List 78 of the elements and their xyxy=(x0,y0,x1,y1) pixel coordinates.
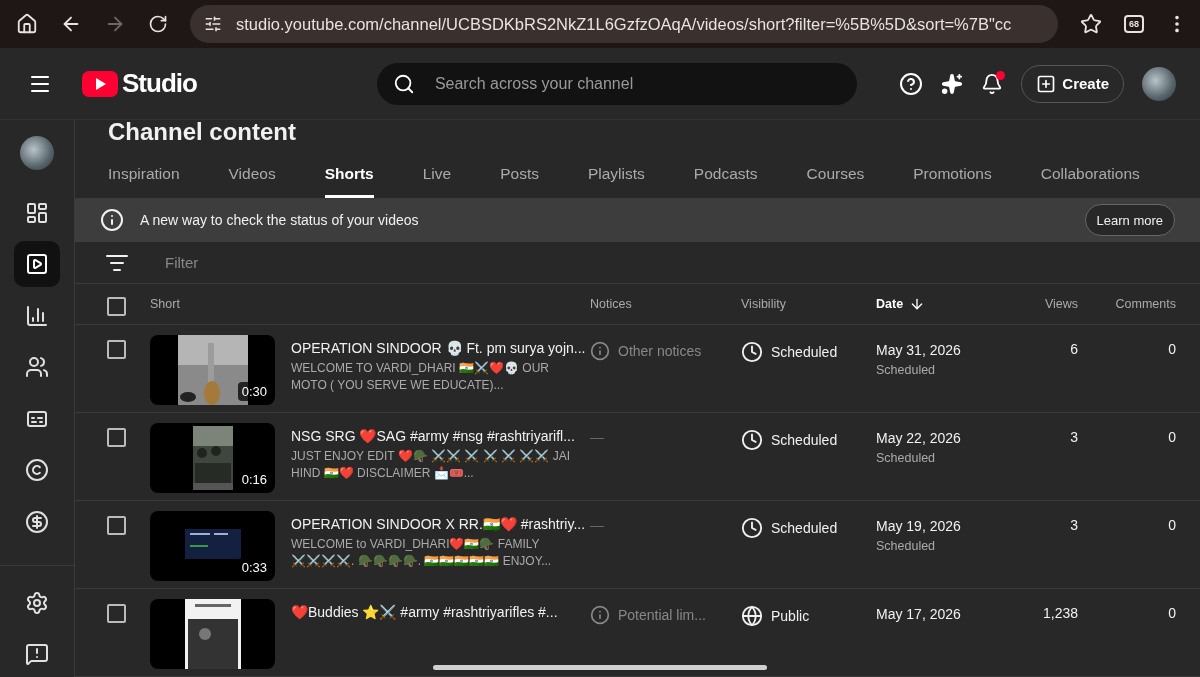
tab[interactable]: Videos xyxy=(228,153,276,198)
visibility-status[interactable]: Scheduled xyxy=(741,517,838,539)
studio-logo-text: Studio xyxy=(122,68,197,99)
comments-count: 0 xyxy=(1168,605,1176,621)
video-description: WELCOME TO VARDI_DHARI 🇮🇳⚔❤💀 OUR MOTO ( YOU SERVE WE EDUCATE)... xyxy=(291,360,551,394)
views-count: 6 xyxy=(1070,341,1078,357)
notice-text[interactable]: Other notices xyxy=(590,341,702,361)
search-field[interactable]: Search across your channel xyxy=(432,73,841,94)
visibility-status[interactable]: Scheduled xyxy=(741,341,838,363)
date-status: Scheduled xyxy=(876,539,937,553)
avatar[interactable] xyxy=(1142,66,1176,101)
search-icon xyxy=(392,72,415,95)
play-square-icon[interactable] xyxy=(14,241,60,287)
comments-count: 0 xyxy=(1168,429,1176,445)
column-header: Comments xyxy=(1115,297,1176,312)
clock-icon xyxy=(741,341,763,363)
clock-icon xyxy=(741,517,763,539)
video-description: JUST ENJOY EDIT ❤🪖 ⚔⚔ ⚔ ⚔ ⚔ ⚔⚔ JAI HIND 🇮🇳❤ DISCLAIMER 📩🎟... xyxy=(291,448,572,482)
reload-icon[interactable] xyxy=(148,14,168,34)
column-header: Notices xyxy=(590,297,632,312)
column-header: Short xyxy=(150,297,180,312)
search-bar[interactable]: Search across your channel xyxy=(376,62,857,105)
visibility-status[interactable]: Scheduled xyxy=(741,429,838,451)
row-checkbox[interactable] xyxy=(107,428,126,447)
views-count: 3 xyxy=(1070,517,1078,533)
date-text: May 31, 2026 xyxy=(876,342,962,358)
banner-text: A new way to check the status of your videos xyxy=(140,212,419,229)
video-plus-icon xyxy=(1036,73,1057,94)
comments-count: 0 xyxy=(1168,517,1176,533)
date-status: Scheduled xyxy=(876,363,937,377)
page-title: Channel content xyxy=(107,120,297,147)
tab[interactable]: Podcasts xyxy=(693,153,758,198)
column-header[interactable]: Date xyxy=(876,296,926,313)
date-text: May 22, 2026 xyxy=(876,430,962,446)
notifications-icon[interactable] xyxy=(981,72,1004,95)
tab[interactable]: Playlists xyxy=(587,153,645,198)
column-header: Visibility xyxy=(741,297,786,312)
gesture-handle[interactable] xyxy=(433,665,767,670)
column-header: Views xyxy=(1044,297,1078,312)
row-checkbox[interactable] xyxy=(107,516,126,535)
notice-text: — xyxy=(590,429,604,445)
site-settings-icon[interactable] xyxy=(204,15,222,33)
notice-text: — xyxy=(590,517,604,533)
info-icon xyxy=(100,208,124,233)
home-icon[interactable] xyxy=(16,13,38,35)
tab[interactable]: Courses xyxy=(806,153,865,198)
row-checkbox[interactable] xyxy=(107,340,126,359)
play-logo-icon xyxy=(82,70,118,97)
bookmark-star-icon[interactable] xyxy=(1080,13,1102,35)
sparkle-icon[interactable] xyxy=(941,72,964,95)
tab[interactable]: Promotions xyxy=(913,153,992,198)
tab-count-button[interactable]: 68 xyxy=(1124,15,1144,33)
date-text: May 19, 2026 xyxy=(876,518,962,534)
notice-text[interactable]: Potential lim... xyxy=(590,605,706,625)
tab[interactable]: Collaborations xyxy=(1040,153,1140,198)
globe-icon xyxy=(741,605,763,627)
date-text: May 17, 2026 xyxy=(876,606,962,622)
video-title[interactable]: ❤Buddies ⭐⚔ #army #rashtriyarifles #... xyxy=(291,604,581,620)
info-icon xyxy=(590,341,610,361)
video-title[interactable]: NSG SRG ❤SAG #army #nsg #rashtriyarifl... xyxy=(291,428,581,444)
date-status: Scheduled xyxy=(876,451,937,465)
info-icon xyxy=(590,605,610,625)
visibility-status[interactable]: Public xyxy=(741,605,810,627)
tab[interactable]: Live xyxy=(422,153,452,198)
views-count: 1,238 xyxy=(1042,605,1078,621)
comments-count: 0 xyxy=(1168,341,1176,357)
learn-more-button[interactable]: Learn more xyxy=(1084,204,1175,237)
tab[interactable]: Inspiration xyxy=(108,153,180,198)
views-count: 3 xyxy=(1070,429,1078,445)
channel-avatar[interactable] xyxy=(20,136,54,170)
tab[interactable]: Posts xyxy=(500,153,539,198)
video-description: WELCOME to VARDI_DHARI❤🇮🇳🪖 FAMILY ⚔⚔⚔⚔. 🪖🪖🪖🪖. 🇮🇳🇮🇳🇮🇳🇮🇳🇮🇳 ENJOY... xyxy=(291,536,553,570)
help-icon[interactable] xyxy=(899,71,924,96)
select-all-checkbox[interactable] xyxy=(107,297,126,317)
row-checkbox[interactable] xyxy=(107,604,126,623)
address-bar[interactable]: studio.youtube.com/channel/UCBSDKbRS2NkZ1L6GzfzOAqA/videos/short?filter=%5B%5D&sort=%7B"cc xyxy=(190,5,1058,43)
clock-icon xyxy=(741,429,763,451)
filter-field[interactable]: Filter xyxy=(163,253,366,273)
